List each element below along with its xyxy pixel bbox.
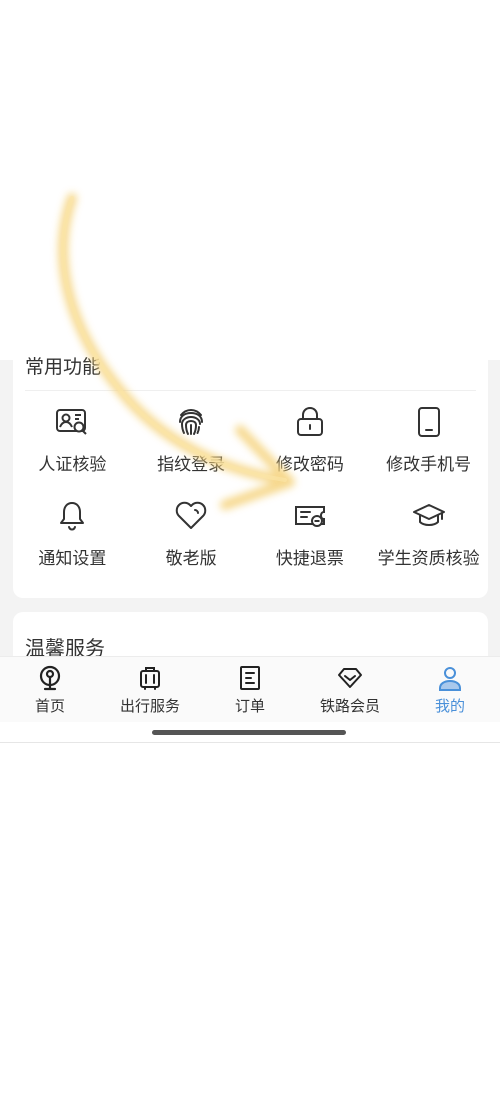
function-quick-refund[interactable]: 快捷退票	[251, 498, 370, 572]
tab-railway-member[interactable]: 铁路会员	[300, 657, 400, 722]
home-indicator-area	[0, 722, 500, 743]
lock-icon	[292, 404, 328, 440]
tab-label: 首页	[34, 697, 65, 715]
card-divider	[25, 390, 476, 391]
user-icon	[439, 667, 461, 691]
phone-icon	[411, 404, 447, 440]
top-blank-area	[0, 0, 500, 368]
function-elderly-mode[interactable]: 敬老版	[132, 498, 251, 572]
tab-label: 铁路会员	[319, 697, 380, 715]
function-student-verify[interactable]: 学生资质核验	[369, 498, 488, 572]
function-change-phone[interactable]: 修改手机号	[369, 404, 488, 478]
bell-icon	[54, 498, 90, 534]
function-label: 敬老版	[165, 549, 217, 569]
function-grid: 人证核验 指纹登录 修改密码 修改手机号 通知设置 敬老版 快捷退票 学生资质核…	[13, 404, 488, 572]
function-fingerprint-login[interactable]: 指纹登录	[132, 404, 251, 478]
function-label: 修改手机号	[386, 455, 472, 475]
bottom-blank-area	[0, 744, 500, 1097]
tab-orders[interactable]: 订单	[200, 657, 300, 722]
function-label: 指纹登录	[157, 455, 226, 475]
function-person-verify[interactable]: 人证核验	[13, 404, 132, 478]
heart-icon	[173, 498, 209, 534]
id-card-verify-icon	[54, 404, 90, 440]
home-indicator[interactable]	[152, 730, 346, 735]
function-label: 修改密码	[275, 455, 344, 475]
function-label: 人证核验	[38, 455, 107, 475]
tab-travel-service[interactable]: 出行服务	[100, 657, 200, 722]
common-functions-card: 常用功能 人证核验 指纹登录 修改密码 修改手机号 通知设置 敬老版 快捷退票 …	[13, 356, 488, 598]
function-label: 快捷退票	[275, 549, 344, 569]
tab-label: 我的	[434, 697, 465, 715]
order-icon	[240, 666, 260, 690]
tab-home[interactable]: 首页	[0, 657, 100, 722]
fingerprint-icon	[173, 404, 209, 440]
tab-label: 出行服务	[119, 697, 180, 715]
railway-logo-icon	[39, 665, 61, 691]
ticket-refund-icon	[292, 498, 328, 534]
tab-mine[interactable]: 我的	[400, 657, 500, 722]
bottom-tab-bar: 首页 出行服务 订单 铁路会员 我的	[0, 656, 500, 722]
luggage-icon	[140, 667, 160, 690]
graduation-cap-icon	[411, 498, 447, 534]
function-notification-settings[interactable]: 通知设置	[13, 498, 132, 572]
diamond-icon	[338, 668, 362, 688]
function-change-password[interactable]: 修改密码	[251, 404, 370, 478]
common-functions-title: 常用功能	[25, 356, 102, 378]
tab-label: 订单	[234, 697, 265, 715]
function-label: 学生资质核验	[377, 549, 480, 569]
function-label: 通知设置	[38, 549, 107, 569]
